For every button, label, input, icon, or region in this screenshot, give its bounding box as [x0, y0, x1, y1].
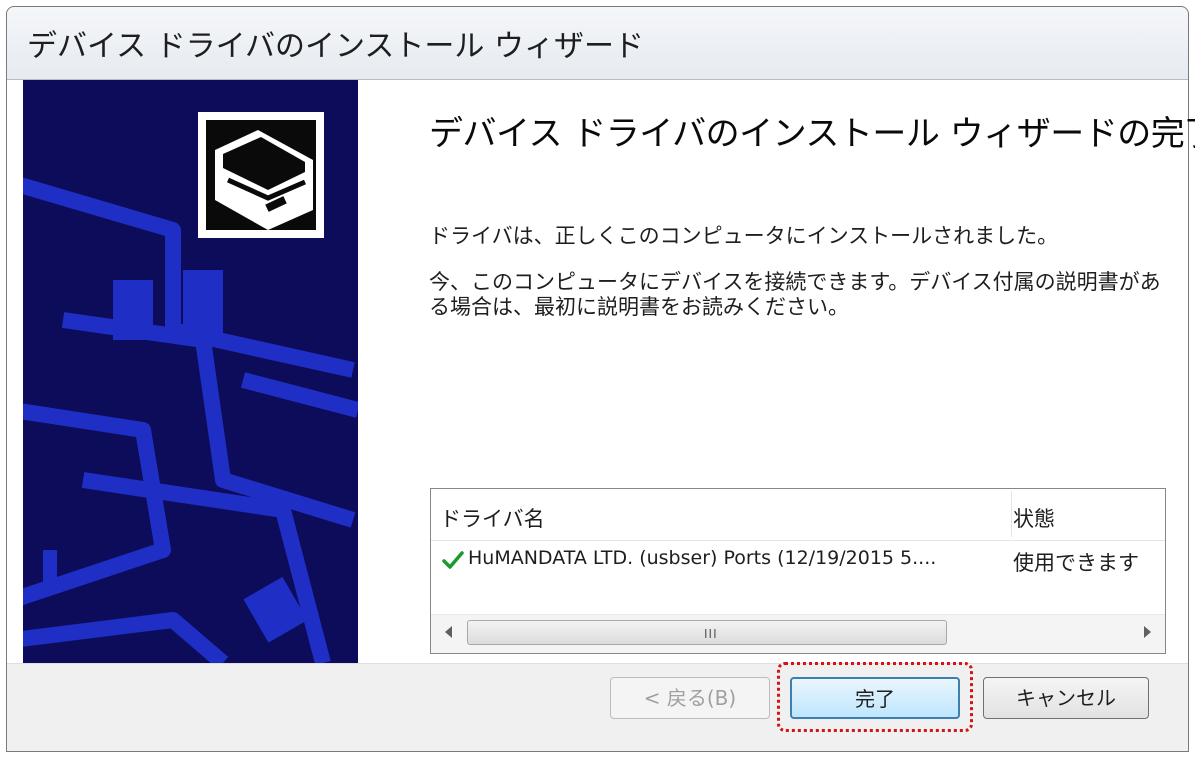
title-bar: デバイス ドライバのインストール ウィザード — [7, 7, 1188, 80]
column-header-driver-name[interactable]: ドライバ名 — [440, 503, 545, 533]
column-header-status[interactable]: 状態 — [1013, 503, 1055, 533]
driver-name: HuMANDATA LTD. (usbser) Ports (12/19/201… — [468, 547, 937, 569]
cancel-button[interactable]: キャンセル — [983, 677, 1149, 719]
scroll-right-arrow-icon[interactable] — [1144, 626, 1151, 638]
driver-row[interactable]: HuMANDATA LTD. (usbser) Ports (12/19/201… — [431, 541, 1165, 579]
scrollbar-thumb[interactable]: III — [467, 620, 947, 645]
driver-status: 使用できます — [1013, 551, 1139, 575]
scrollbar-grip: III — [704, 627, 718, 641]
driver-list: ドライバ名 状態 HuMANDATA LTD. (usbser) Ports (… — [430, 488, 1166, 654]
horizontal-scrollbar[interactable]: III — [431, 614, 1165, 653]
footer-divider — [7, 663, 1188, 664]
wizard-window: デバイス ドライバのインストール ウィザード デバイス ドライバのインストール … — [6, 6, 1195, 752]
wizard-content: デバイス ドライバのインストール ウィザードの完了 ドライバは、正しくこのコンピ… — [7, 80, 1195, 663]
hardware-drive-icon — [198, 112, 324, 238]
wizard-heading: デバイス ドライバのインストール ウィザードの完了 — [429, 114, 1195, 154]
column-divider[interactable] — [1011, 491, 1012, 537]
window-title: デバイス ドライバのインストール ウィザード — [27, 29, 644, 64]
scroll-left-arrow-icon[interactable] — [445, 626, 452, 638]
wizard-banner-image — [23, 80, 358, 663]
install-success-message: ドライバは、正しくこのコンピュータにインストールされました。 — [429, 224, 1059, 248]
check-icon — [442, 551, 464, 569]
back-button[interactable]: < 戻る(B) — [610, 677, 770, 719]
driver-list-header: ドライバ名 状態 — [431, 489, 1165, 541]
connect-device-message: 今、このコンピュータにデバイスを接続できます。デバイス付属の説明書がある場合は、… — [429, 270, 1161, 319]
finish-highlight-annotation — [777, 662, 973, 732]
